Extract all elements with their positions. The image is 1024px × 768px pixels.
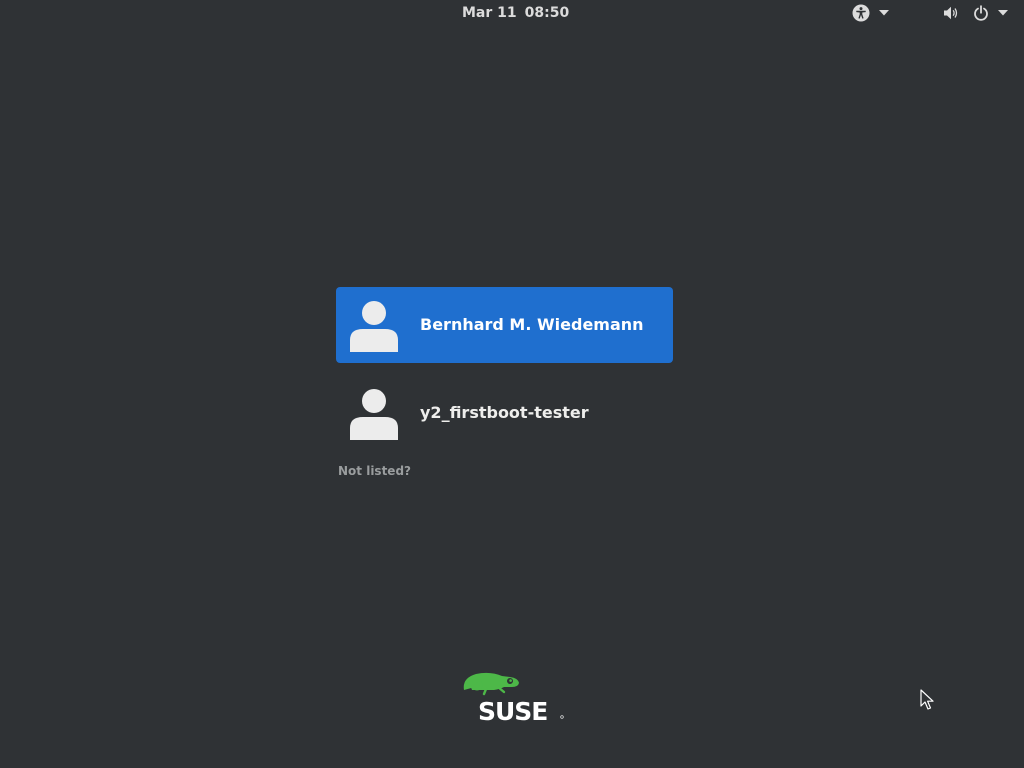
user-row-y2-firstboot-tester[interactable]: y2_firstboot-tester	[336, 375, 673, 451]
accessibility-icon	[852, 4, 870, 22]
login-screen: Mar 11 08:50 Bernhard M. Wiedemann y2_fi…	[0, 0, 1024, 768]
time-label: 08:50	[524, 5, 570, 21]
date-label: Mar 11	[462, 5, 517, 21]
suse-logo: SUSE	[458, 668, 568, 724]
not-listed-link[interactable]: Not listed?	[338, 464, 411, 478]
user-name-label: y2_firstboot-tester	[420, 403, 589, 422]
power-icon	[973, 5, 989, 21]
volume-icon	[943, 5, 960, 21]
top-bar: Mar 11 08:50	[0, 0, 1024, 27]
accessibility-menu-button[interactable]	[852, 2, 889, 24]
user-avatar-icon	[349, 388, 399, 440]
user-row-bernhard[interactable]: Bernhard M. Wiedemann	[336, 287, 673, 363]
user-avatar-icon	[349, 300, 399, 352]
system-menu-button[interactable]	[943, 2, 1008, 24]
user-list: Bernhard M. Wiedemann y2_firstboot-teste…	[336, 287, 673, 451]
clock-button[interactable]: Mar 11 08:50	[462, 5, 569, 21]
mouse-pointer-icon	[920, 689, 934, 711]
user-name-label: Bernhard M. Wiedemann	[420, 315, 644, 334]
suse-wordmark: SUSE	[478, 697, 547, 724]
chevron-down-icon	[998, 10, 1008, 16]
chevron-down-icon	[879, 10, 889, 16]
